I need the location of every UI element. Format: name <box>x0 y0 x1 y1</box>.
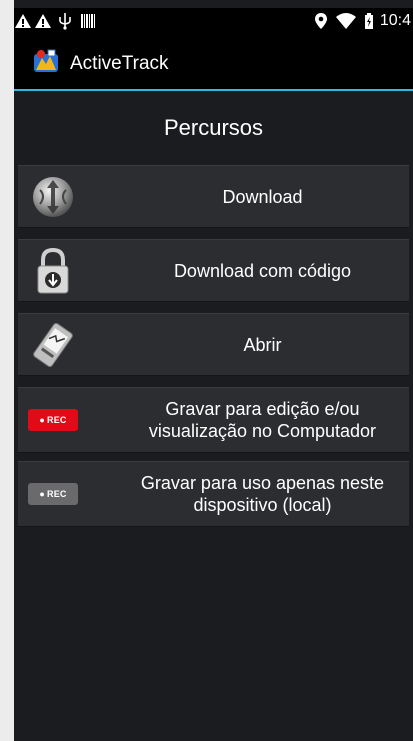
phone-screen: 10:4 ActiveTrack Percursos Download Down… <box>14 0 413 741</box>
location-icon <box>315 13 327 29</box>
battery-icon <box>365 13 373 29</box>
record-local-button[interactable]: ● REC Gravar para uso apenas neste dispos… <box>18 461 409 527</box>
download-with-code-button[interactable]: Download com código <box>18 239 409 302</box>
usb-icon <box>59 13 71 30</box>
rec-gray-badge: ● REC <box>28 483 78 505</box>
warning-icon <box>15 14 31 28</box>
warning-icon <box>35 14 51 28</box>
action-bar-divider <box>14 89 413 91</box>
download-label: Download <box>222 186 303 207</box>
rec-gray-icon: ● REC <box>28 469 78 519</box>
gps-device-icon <box>28 320 78 370</box>
action-bar: ActiveTrack <box>14 36 413 89</box>
rec-red-badge: ● REC <box>28 409 78 431</box>
record-for-computer-button[interactable]: ● REC Gravar para edição e/ou visualizaçã… <box>18 387 409 453</box>
rec-red-icon: ● REC <box>28 395 78 445</box>
status-bar: 10:4 <box>14 8 413 36</box>
record-for-computer-label: Gravar para edição e/ou visualização no … <box>148 399 377 441</box>
download-with-code-label: Download com código <box>173 260 352 281</box>
open-label: Abrir <box>243 334 282 355</box>
open-button[interactable]: Abrir <box>18 313 409 376</box>
barcode-icon <box>81 14 95 28</box>
sync-globe-icon <box>28 172 78 222</box>
padlock-download-icon <box>28 246 78 296</box>
app-title: ActiveTrack <box>70 53 169 74</box>
download-button[interactable]: Download <box>18 165 409 228</box>
status-time: 10:4 <box>379 12 411 29</box>
app-logo-icon[interactable] <box>32 48 60 76</box>
wifi-icon <box>336 13 356 29</box>
record-local-label: Gravar para uso apenas neste dispositivo… <box>140 473 385 515</box>
page-title: Percursos <box>163 115 264 140</box>
